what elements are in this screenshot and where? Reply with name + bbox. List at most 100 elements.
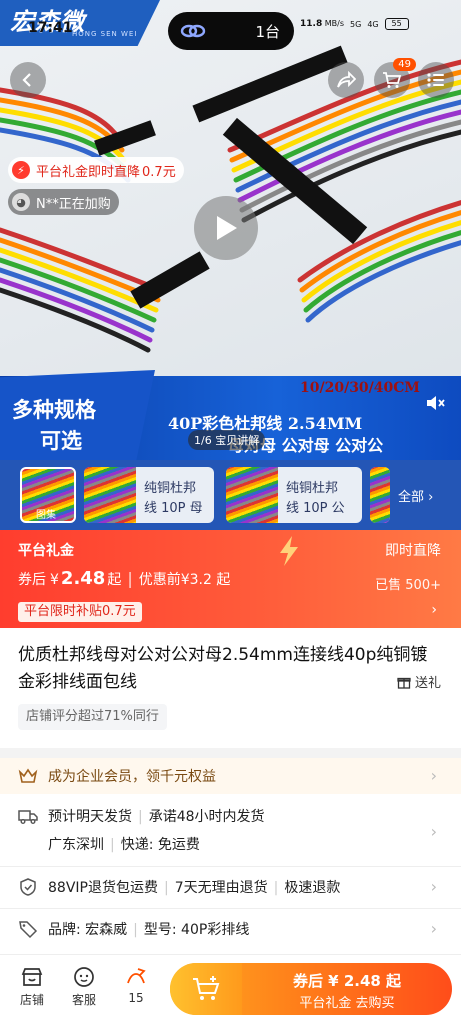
service-guarantee-row[interactable]: 88VIP退货包运费 | 7天无理由退货 | 极速退款 ›: [0, 867, 461, 907]
thumb-caption: 图集: [36, 510, 56, 521]
thumb-image: [370, 467, 390, 523]
favorite-button[interactable]: 15: [116, 965, 156, 1005]
truck-icon: [18, 810, 38, 824]
more-icon: [427, 73, 444, 87]
status-time: 17:41: [28, 20, 73, 36]
shop-icon: [21, 968, 43, 986]
price-line: 券后 ¥ 2.48 起 | 优惠前¥3.2 起: [18, 568, 230, 589]
shop-label: 店铺: [19, 993, 44, 1007]
banner-text-left-1: 多种规格: [12, 397, 96, 422]
status-bar: 宏森微 HONG SEN WEI 17:41 1台 11.8 MB/s 5G 4…: [0, 0, 461, 50]
spec-brand: 品牌: 宏森威: [48, 922, 128, 938]
after-coupon-label: 券后: [18, 572, 46, 588]
cart-button[interactable]: 49: [374, 58, 416, 98]
member-text: 成为企业会员，领千元权益: [48, 769, 216, 785]
service-chat-icon: [74, 967, 94, 987]
service-88vip: 88VIP退货包运费: [48, 880, 158, 896]
subsidy-badge: 平台限时补贴0.7元: [18, 602, 142, 622]
crown-icon: [18, 768, 38, 783]
spec-row[interactable]: 品牌: 宏森威 | 型号: 40P彩排线 ›: [0, 909, 461, 949]
chevron-left-icon: [22, 73, 31, 87]
net-speed: 11.8 MB/s: [300, 19, 345, 29]
chevron-right-icon: ›: [430, 766, 437, 785]
play-video-button[interactable]: [194, 196, 258, 260]
thumb-label: 纯铜杜邦线 10P 母: [144, 481, 203, 516]
chevron-right-icon: ›: [431, 602, 437, 618]
tag-icon: [19, 921, 38, 939]
instant-discount-label: 即时直降: [385, 543, 441, 559]
shipping-info: 预计明天发货 | 承诺48小时内发货: [48, 809, 265, 825]
buyer-activity-text: N**正在加购: [36, 196, 111, 212]
thumb-sku-10p-female[interactable]: 纯铜杜邦线 10P 母: [84, 467, 214, 523]
share-icon: [337, 71, 356, 88]
enterprise-member-row[interactable]: 成为企业会员，领千元权益 ›: [0, 758, 461, 794]
coupon-title: 平台礼金: [18, 543, 74, 559]
dynamic-island[interactable]: 1台: [168, 12, 294, 50]
chevron-right-icon: ›: [430, 822, 437, 841]
spec-list: 品牌: 宏森威 | 型号: 40P彩排线: [48, 922, 250, 938]
section-gap: [0, 748, 461, 758]
shipping-row[interactable]: 预计明天发货 | 承诺48小时内发货 广东深圳 | 快递: 免运费 ›: [0, 796, 461, 860]
add-to-cart-button[interactable]: [170, 963, 242, 1015]
product-gallery[interactable]: 宏森微 HONG SEN WEI 17:41 1台 11.8 MB/s 5G 4…: [0, 0, 461, 460]
island-count: 1台: [255, 22, 280, 41]
battery-icon: 55: [384, 18, 409, 30]
shield-icon: [20, 878, 36, 896]
banner-length-tag: 10/20/30/40CM: [300, 380, 420, 396]
banner-text-left-2: 可选: [40, 428, 82, 453]
thumb-sku-10p-male[interactable]: 纯铜杜邦线 10P 公: [226, 467, 362, 523]
origin-city: 广东深圳: [48, 837, 104, 853]
express-fee: 快递: 免运费: [120, 837, 200, 853]
thumb-image: [226, 467, 278, 523]
share-button[interactable]: [328, 62, 364, 98]
buy-price-label: 券后 ¥ 2.48 起: [292, 972, 402, 990]
buyer-activity-pill: ◕ N**正在加购: [8, 189, 119, 215]
thumb-gallery[interactable]: 图集: [20, 467, 76, 523]
service-refund: 极速退款: [284, 880, 341, 896]
lightning-icon: [280, 536, 298, 566]
price-panel[interactable]: 平台礼金 即时直降 券后 ¥ 2.48 起 | 优惠前¥3.2 起 已售 500…: [0, 530, 461, 628]
gift-button[interactable]: 送礼: [397, 672, 441, 691]
gift-label: 送礼: [414, 676, 441, 691]
gallery-counter: 1/6 宝贝讲解: [188, 430, 266, 450]
thumb-partial[interactable]: [370, 467, 390, 523]
ship-estimate: 预计明天发货: [48, 809, 132, 825]
link-icon: [180, 24, 206, 38]
chevron-right-icon: ›: [428, 490, 434, 505]
play-icon: [217, 216, 237, 240]
price-separator: |: [127, 569, 133, 588]
original-price: 优惠前¥3.2 起: [138, 572, 231, 588]
service-label: 客服: [71, 993, 96, 1007]
sku-thumbnail-strip: 图集 纯铜杜邦线 10P 母 纯铜杜邦线 10P 公 全部 ›: [0, 460, 461, 530]
shop-button[interactable]: 店铺: [12, 965, 52, 1008]
chevron-right-icon: ›: [430, 877, 437, 896]
service-7day: 7天无理由退货: [174, 880, 268, 896]
buy-now-button[interactable]: 券后 ¥ 2.48 起 平台礼金 去购买: [170, 963, 452, 1015]
promo-pill-text: 平台礼金即时直降: [36, 164, 141, 180]
sold-count: 已售 500+: [375, 578, 441, 593]
gift-icon: [397, 677, 411, 689]
view-all-link[interactable]: 全部 ›: [398, 486, 433, 505]
bolt-icon: ⚡: [12, 161, 30, 179]
thumb-image: [84, 467, 136, 523]
product-page: 宏森微 HONG SEN WEI 17:41 1台 11.8 MB/s 5G 4…: [0, 0, 461, 1024]
logo-subtitle: HONG SEN WEI: [72, 30, 138, 38]
back-button[interactable]: [10, 62, 46, 98]
chevron-right-icon: ›: [430, 919, 437, 938]
bottom-action-bar: 店铺 客服 15 券后 ¥ 2.48 起 平台礼金 去购买: [0, 954, 461, 1024]
thumb-label: 纯铜杜邦线 10P 公: [286, 481, 345, 516]
service-list: 88VIP退货包运费 | 7天无理由退货 | 极速退款: [48, 880, 341, 896]
cart-count-badge: 49: [393, 58, 416, 71]
ship-promise: 承诺48小时内发货: [148, 809, 265, 825]
promo-pill[interactable]: ⚡ 平台礼金即时直降 0.7元: [8, 157, 184, 183]
buy-action-label: 平台礼金 去购买: [299, 996, 395, 1011]
more-button[interactable]: [418, 62, 454, 98]
signal-5g: 5G: [350, 19, 362, 29]
mute-icon[interactable]: [424, 392, 446, 414]
heart-swoosh-icon: [127, 968, 146, 984]
favorite-count: 15: [128, 991, 144, 1005]
currency-symbol: ¥: [50, 572, 59, 588]
add-cart-icon: [193, 976, 220, 1000]
avatar: ◕: [12, 193, 30, 211]
customer-service-button[interactable]: 客服: [64, 965, 104, 1008]
